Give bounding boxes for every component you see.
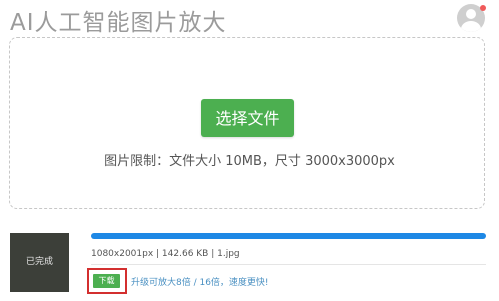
- progress-bar: [91, 233, 486, 239]
- select-file-button[interactable]: 选择文件: [201, 99, 294, 137]
- divider: [91, 264, 486, 265]
- file-info-text: 1080x2001px | 142.66 KB | 1.jpg: [91, 249, 240, 259]
- progress-fill: [91, 233, 486, 239]
- avatar-body-shape: [461, 21, 481, 32]
- result-thumbnail[interactable]: 已完成: [10, 233, 69, 292]
- notification-dot: [480, 5, 486, 11]
- status-label: 已完成: [25, 257, 53, 267]
- download-button[interactable]: 下载: [93, 274, 120, 288]
- app-title: AI人工智能图片放大: [10, 10, 227, 36]
- avatar-head-shape: [466, 9, 476, 19]
- upload-limit-text: 图片限制：文件大小 10MB，尺寸 3000x3000px: [104, 154, 395, 169]
- upgrade-link[interactable]: 升级可放大8倍 / 16倍，速度更快!: [131, 275, 269, 288]
